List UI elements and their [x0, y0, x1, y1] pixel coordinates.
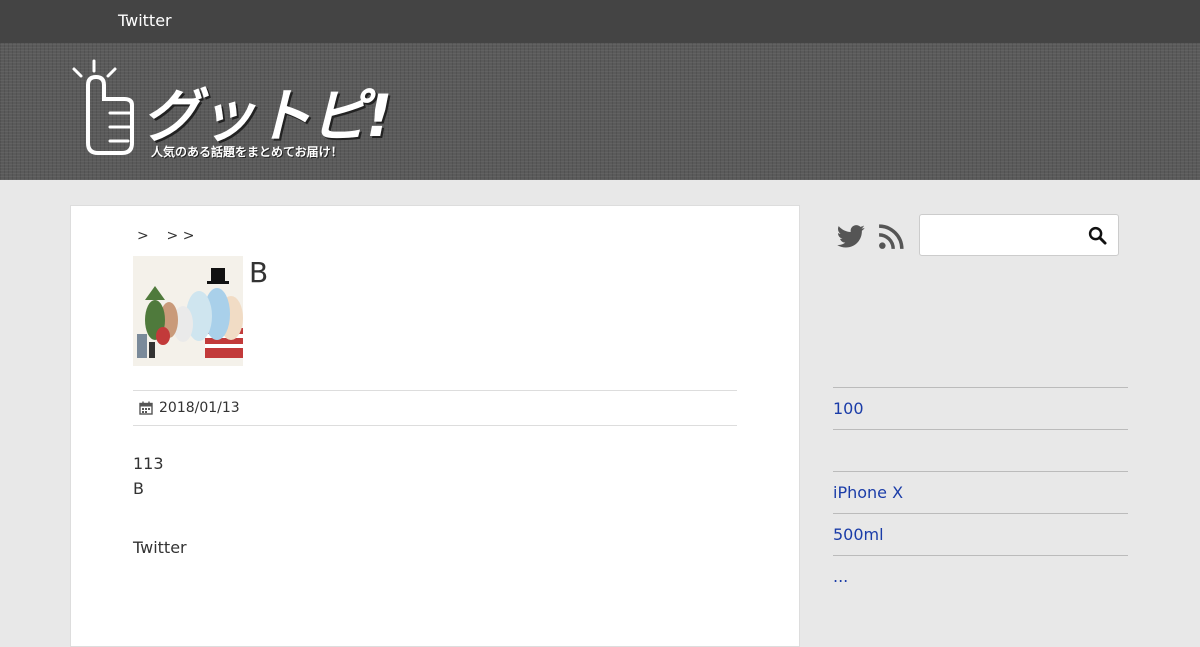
sidebar-link[interactable]: 100	[833, 399, 864, 418]
breadcrumb[interactable]: > > >	[137, 228, 194, 244]
search-input[interactable]	[926, 219, 1080, 251]
search-box	[919, 214, 1119, 256]
logo-tagline: 人気のある話題をまとめてお届け！	[151, 145, 343, 159]
logo-title: グットピ!	[142, 82, 392, 150]
twitter-icon[interactable]	[836, 222, 866, 252]
list-item: ...	[833, 555, 1128, 597]
list-item: 100	[833, 387, 1128, 429]
article-card: > > > B 2018/01/13 113 B Twitter	[70, 205, 800, 647]
post-body-line: B	[133, 479, 144, 498]
topnav-twitter-link[interactable]: Twitter	[118, 11, 172, 30]
sidebar-link[interactable]: iPhone X	[833, 483, 903, 502]
thumbs-up-icon	[72, 59, 134, 155]
post-thumbnail[interactable]	[133, 256, 243, 366]
post-date: 2018/01/13	[159, 400, 240, 416]
post-body-line: 113	[133, 454, 164, 473]
sidebar-link[interactable]: 500ml	[833, 525, 884, 544]
sidebar-link[interactable]: ...	[833, 567, 848, 586]
moomin-characters-image	[133, 256, 243, 366]
top-nav: Twitter	[0, 0, 1200, 43]
list-item	[833, 429, 1128, 471]
list-item: iPhone X	[833, 471, 1128, 513]
post-meta: 2018/01/13	[133, 390, 737, 426]
site-logo[interactable]: グットピ! 人気のある話題をまとめてお届け！	[70, 57, 392, 167]
rss-icon[interactable]	[878, 224, 904, 250]
search-icon[interactable]	[1088, 226, 1107, 245]
calendar-icon	[139, 401, 153, 415]
sidebar-link-list: 100 iPhone X 500ml ...	[833, 387, 1128, 597]
post-title: B	[249, 256, 269, 289]
list-item: 500ml	[833, 513, 1128, 555]
share-twitter-link[interactable]: Twitter	[133, 538, 187, 557]
site-header: グットピ! 人気のある話題をまとめてお届け！	[0, 43, 1200, 180]
